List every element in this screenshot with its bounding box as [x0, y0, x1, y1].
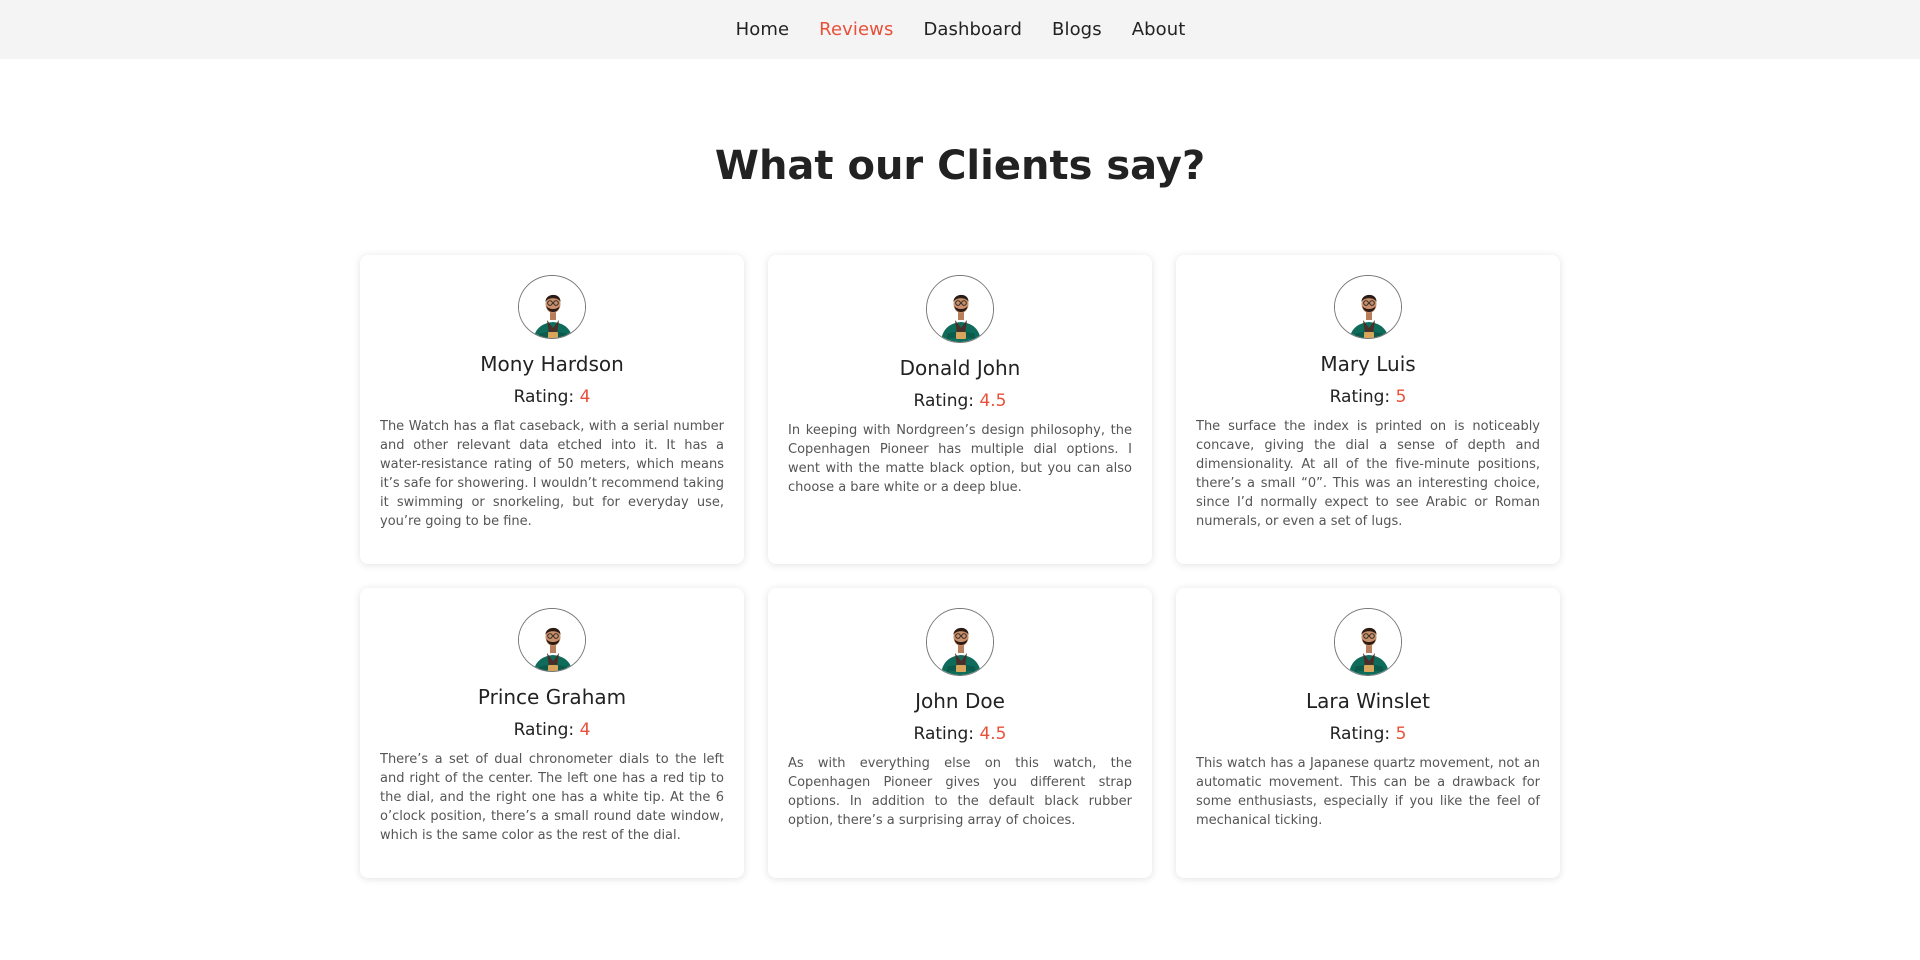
avatar — [518, 608, 586, 672]
review-card: Donald John Rating: 4.5 In keeping with … — [768, 255, 1152, 564]
nav-home-link[interactable]: Home — [721, 19, 805, 40]
page-heading: What our Clients say? — [714, 143, 1206, 189]
avatar — [926, 275, 994, 343]
rating-label: Rating: — [513, 720, 575, 740]
top-navbar: Home Reviews Dashboard Blogs About — [0, 0, 1920, 59]
nav-about-link[interactable]: About — [1117, 19, 1201, 40]
avatar — [1334, 608, 1402, 676]
nav-links: Home Reviews Dashboard Blogs About — [721, 19, 1201, 40]
avatar — [1334, 275, 1402, 339]
reviewer-name: Mony Hardson — [480, 352, 624, 376]
rating-value: 5 — [1395, 387, 1407, 407]
reviewer-name: John Doe — [915, 689, 1005, 713]
rating-label: Rating: — [913, 724, 975, 744]
rating-line: Rating: 4.5 — [914, 723, 1007, 745]
review-text: There’s a set of dual chronometer dials … — [380, 752, 724, 843]
rating-line: Rating: 4.5 — [914, 390, 1007, 412]
reviewer-name: Prince Graham — [477, 685, 627, 709]
avatar — [518, 275, 586, 339]
review-card: Mony Hardson Rating: 4 The Watch has a f… — [360, 255, 744, 564]
reviewer-name: Mary Luis — [1320, 352, 1416, 376]
reviewer-name: Donald John — [899, 356, 1021, 380]
review-card: John Doe Rating: 4.5 As with everything … — [768, 588, 1152, 878]
rating-line: Rating: 4 — [514, 386, 591, 408]
review-card: Mary Luis Rating: 5 The surface the inde… — [1176, 255, 1560, 564]
review-text: This watch has a Japanese quartz movemen… — [1196, 756, 1540, 828]
rating-value: 4 — [579, 720, 591, 740]
rating-label: Rating: — [913, 391, 975, 411]
reviewer-name: Lara Winslet — [1306, 689, 1430, 713]
rating-value: 5 — [1395, 724, 1407, 744]
review-text: In keeping with Nordgreen’s design philo… — [788, 423, 1132, 495]
rating-line: Rating: 4 — [514, 719, 591, 741]
reviews-grid: Mony Hardson Rating: 4 The Watch has a f… — [360, 255, 1560, 878]
avatar — [926, 608, 994, 676]
nav-blogs-link[interactable]: Blogs — [1037, 19, 1117, 40]
nav-reviews-link[interactable]: Reviews — [804, 19, 908, 40]
rating-value: 4.5 — [979, 391, 1007, 411]
rating-label: Rating: — [1329, 724, 1391, 744]
rating-line: Rating: 5 — [1330, 386, 1407, 408]
review-text: The Watch has a flat caseback, with a se… — [380, 419, 724, 529]
rating-line: Rating: 5 — [1330, 723, 1407, 745]
rating-value: 4 — [579, 387, 591, 407]
rating-label: Rating: — [513, 387, 575, 407]
nav-dashboard-link[interactable]: Dashboard — [908, 19, 1037, 40]
rating-label: Rating: — [1329, 387, 1391, 407]
review-card: Prince Graham Rating: 4 There’s a set of… — [360, 588, 744, 878]
review-text: As with everything else on this watch, t… — [788, 756, 1132, 828]
review-card: Lara Winslet Rating: 5 This watch has a … — [1176, 588, 1560, 878]
review-text: The surface the index is printed on is n… — [1196, 419, 1540, 529]
rating-value: 4.5 — [979, 724, 1007, 744]
